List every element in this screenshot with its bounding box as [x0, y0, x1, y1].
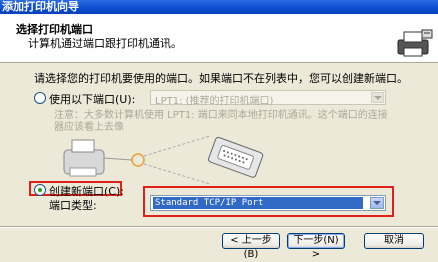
chevron-down-icon: [371, 92, 384, 103]
printer-cable-illustration: [63, 135, 264, 185]
next-button[interactable]: 下一步(N) >: [287, 233, 345, 260]
create-new-port-radio[interactable]: [34, 184, 46, 196]
instruction-text: 请选择您的打印机要使用的端口。如果端口不在列表中，您可以创建新端口。: [34, 72, 408, 85]
cancel-button[interactable]: 取消: [364, 233, 424, 249]
port-type-select-value: Standard TCP/IP Port: [153, 197, 363, 209]
use-existing-port-radio[interactable]: [34, 92, 46, 104]
use-existing-port-label[interactable]: 使用以下端口(U):: [49, 91, 135, 107]
wizard-header: 选择打印机端口 计算机通过端口跟打印机通讯。: [0, 14, 438, 63]
existing-port-select: LPT1: (推荐的打印机端口): [150, 90, 386, 107]
page-subtitle: 计算机通过端口跟打印机通讯。: [28, 37, 182, 50]
printer-port-icon: [397, 29, 433, 57]
chevron-down-icon[interactable]: [370, 197, 384, 209]
footer-divider: [0, 226, 438, 228]
port-type-label: 端口类型:: [49, 199, 97, 212]
existing-port-select-value: LPT1: (推荐的打印机端口): [155, 96, 274, 107]
window-title: 添加打印机向导: [2, 0, 79, 13]
back-button[interactable]: < 上一步(B): [222, 233, 280, 260]
window-titlebar[interactable]: 添加打印机向导: [0, 0, 438, 14]
port-type-select[interactable]: Standard TCP/IP Port: [150, 195, 386, 211]
